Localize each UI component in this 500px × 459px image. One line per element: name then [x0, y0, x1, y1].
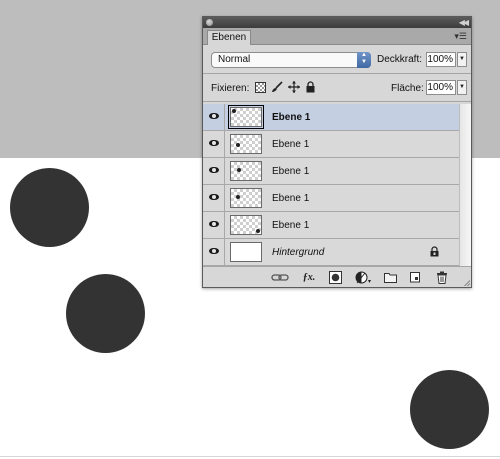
- layer-row[interactable]: Ebene 1: [203, 104, 459, 131]
- fill-label: Fläche:: [391, 83, 424, 94]
- fill-dropdown-icon[interactable]: ▼: [457, 80, 467, 95]
- divider: [203, 73, 471, 74]
- layer-row[interactable]: Ebene 1: [203, 212, 459, 239]
- layer-row[interactable]: Hintergrund: [203, 239, 459, 266]
- canvas-bottom-edge: [0, 456, 500, 457]
- tab-ebenen[interactable]: Ebenen: [207, 30, 251, 45]
- opacity-input[interactable]: 100%: [426, 52, 456, 67]
- eye-icon: [209, 194, 219, 200]
- layers-panel: ◀◀ Ebenen ▾☰ Normal ▲ ▼ Deckkraft: 100% ▼…: [202, 16, 472, 288]
- layer-name: Ebene 1: [272, 220, 310, 231]
- layer-thumbnail: [230, 242, 262, 262]
- panel-tabbar: Ebenen ▾☰: [203, 28, 471, 45]
- eye-icon: [209, 113, 219, 119]
- visibility-toggle[interactable]: [203, 212, 225, 238]
- layer-row[interactable]: Ebene 1: [203, 131, 459, 158]
- blend-mode-value: Normal: [218, 54, 251, 65]
- panel-titlebar[interactable]: ◀◀: [203, 17, 471, 28]
- layer-name: Ebene 1: [272, 193, 310, 204]
- layer-row[interactable]: Ebene 1: [203, 158, 459, 185]
- blend-mode-select[interactable]: Normal ▲ ▼: [211, 52, 371, 68]
- eye-icon: [209, 221, 219, 227]
- eye-icon: [209, 167, 219, 173]
- lock-transparency-icon[interactable]: [255, 82, 266, 93]
- opacity-dropdown-icon[interactable]: ▼: [457, 52, 467, 67]
- lock-position-move-icon[interactable]: [288, 81, 300, 93]
- layer-name: Ebene 1: [272, 139, 310, 150]
- lock-pixels-brush-icon[interactable]: [271, 81, 283, 92]
- opacity-label: Deckkraft:: [377, 54, 423, 65]
- layer-name: Hintergrund: [272, 247, 325, 258]
- eye-icon: [209, 140, 219, 146]
- visibility-toggle[interactable]: [203, 185, 225, 211]
- divider: [203, 101, 471, 102]
- fill-input[interactable]: 100%: [426, 80, 456, 95]
- layer-thumbnail: [230, 134, 262, 154]
- fx-icon[interactable]: ƒx.: [300, 271, 318, 284]
- visibility-toggle[interactable]: [203, 158, 225, 184]
- layer-row[interactable]: Ebene 1: [203, 185, 459, 212]
- new-layer-icon[interactable]: [408, 271, 422, 284]
- layer-thumbnail: [230, 188, 262, 208]
- layers-scrollbar[interactable]: [459, 104, 471, 266]
- visibility-toggle[interactable]: [203, 104, 225, 130]
- canvas-dot-1: [10, 168, 89, 247]
- layer-name: Ebene 1: [272, 112, 311, 123]
- close-icon[interactable]: [206, 19, 213, 26]
- trash-icon[interactable]: [435, 271, 449, 284]
- layer-mask-icon[interactable]: [328, 271, 342, 284]
- svg-text:▾: ▾: [368, 279, 371, 284]
- background-lock-icon: [430, 246, 439, 257]
- panel-menu-icon[interactable]: ▾☰: [454, 32, 467, 41]
- select-arrows-icon: ▲ ▼: [357, 52, 371, 68]
- canvas-dot-3: [410, 370, 489, 449]
- visibility-toggle[interactable]: [203, 131, 225, 157]
- layer-thumbnail: [230, 215, 262, 235]
- visibility-toggle[interactable]: [203, 239, 225, 265]
- lock-label: Fixieren:: [211, 83, 250, 94]
- lock-all-icon[interactable]: [305, 81, 316, 93]
- layer-name: Ebene 1: [272, 166, 310, 177]
- link-layers-icon[interactable]: [271, 271, 289, 284]
- layers-list: Ebene 1 Ebene 1 Ebene 1 Ebene 1 Ebene 1 …: [203, 104, 459, 266]
- resize-grip-icon[interactable]: [464, 280, 470, 286]
- canvas-dot-2: [66, 274, 145, 353]
- layer-thumbnail: [228, 105, 264, 129]
- layer-thumbnail: [230, 161, 262, 181]
- adjustment-layer-icon[interactable]: ▾: [355, 271, 373, 285]
- collapse-icon[interactable]: ◀◀: [459, 17, 469, 28]
- eye-icon: [209, 248, 219, 254]
- panel-footer: ƒx. ▾: [203, 266, 471, 287]
- group-folder-icon[interactable]: [383, 271, 397, 284]
